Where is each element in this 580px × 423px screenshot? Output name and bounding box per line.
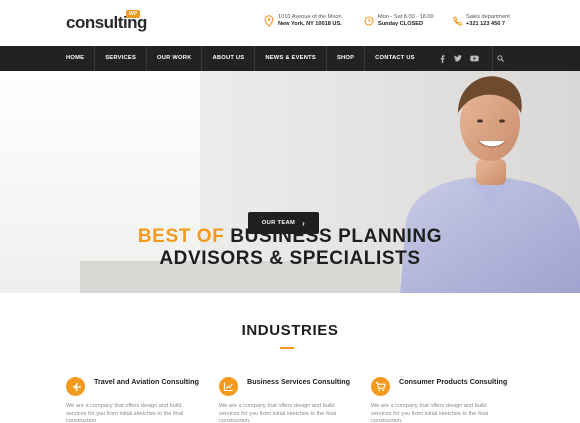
youtube-icon[interactable]: [466, 46, 482, 71]
map-pin-icon: [264, 15, 274, 27]
address-info: 1010 Avenue of the Moon New York, NY 100…: [264, 14, 342, 29]
nav-item-our-work[interactable]: OUR WORK: [147, 46, 203, 71]
phone-icon: [453, 16, 462, 26]
industry-card[interactable]: Consumer Products Consulting We are a co…: [371, 376, 511, 423]
phone-line1: Sales department: [466, 14, 510, 20]
facebook-icon[interactable]: [434, 46, 450, 71]
chart-icon: [219, 377, 238, 396]
social-links: [434, 46, 482, 71]
twitter-icon[interactable]: [450, 46, 466, 71]
nav-item-shop[interactable]: SHOP: [327, 46, 366, 71]
chevron-right-icon: ›: [302, 218, 306, 228]
hours-line2: Sunday CLOSED: [378, 21, 424, 28]
nav-item-about-us[interactable]: ABOUT US: [202, 46, 256, 71]
industries-title: INDUSTRIES: [241, 322, 339, 339]
nav-item-home[interactable]: HOME: [56, 46, 96, 71]
industry-card-desc: We are a company that offers design and …: [66, 403, 184, 423]
hero-title-line2: ADVISORS & SPECIALISTS: [159, 248, 421, 269]
address-line1: 1010 Avenue of the Moon: [278, 14, 342, 20]
industries-title-underline: [280, 347, 294, 349]
industry-card-desc: We are a company that offers design and …: [371, 403, 489, 423]
airplane-icon: [66, 377, 85, 396]
search-icon[interactable]: [492, 46, 508, 71]
cart-icon: [371, 377, 390, 396]
hours-info: Mon - Sat 8.00 - 18.00 Sunday CLOSED: [364, 14, 434, 29]
main-nav: HOME SERVICES OUR WORK ABOUT US NEWS & E…: [0, 46, 580, 71]
phone-line2: +321 123 456 7: [466, 21, 506, 28]
industry-card[interactable]: Travel and Aviation Consulting We are a …: [66, 376, 206, 423]
hours-line1: Mon - Sat 8.00 - 18.00: [378, 14, 434, 20]
industry-card[interactable]: Business Services Consulting We are a co…: [219, 376, 359, 423]
industry-card-title[interactable]: Consumer Products Consulting: [399, 377, 509, 386]
nav-item-news-events[interactable]: NEWS & EVENTS: [255, 46, 327, 71]
clock-icon: [364, 16, 374, 26]
industry-card-title[interactable]: Travel and Aviation Consulting: [94, 377, 204, 386]
nav-menu: HOME SERVICES OUR WORK ABOUT US NEWS & E…: [56, 46, 425, 71]
industry-card-title[interactable]: Business Services Consulting: [247, 377, 357, 386]
nav-item-services[interactable]: SERVICES: [95, 46, 148, 71]
our-team-button-label: OUR TEAM: [261, 220, 296, 226]
top-header: consulting WP 1010 Avenue of the Moon Ne…: [0, 0, 580, 46]
nav-item-contact-us[interactable]: CONTACT US: [365, 46, 425, 71]
phone-info: Sales department +321 123 456 7: [452, 14, 510, 29]
hero-title-accent: BEST OF: [137, 226, 225, 247]
hero-banner: BEST OF BUSINESS PLANNING ADVISORS & SPE…: [0, 71, 580, 293]
our-team-button[interactable]: OUR TEAM ›: [248, 212, 319, 234]
logo-badge: WP: [126, 10, 141, 18]
industry-card-desc: We are a company that offers design and …: [219, 403, 337, 423]
address-line2: New York, NY 10018 US.: [278, 21, 342, 28]
